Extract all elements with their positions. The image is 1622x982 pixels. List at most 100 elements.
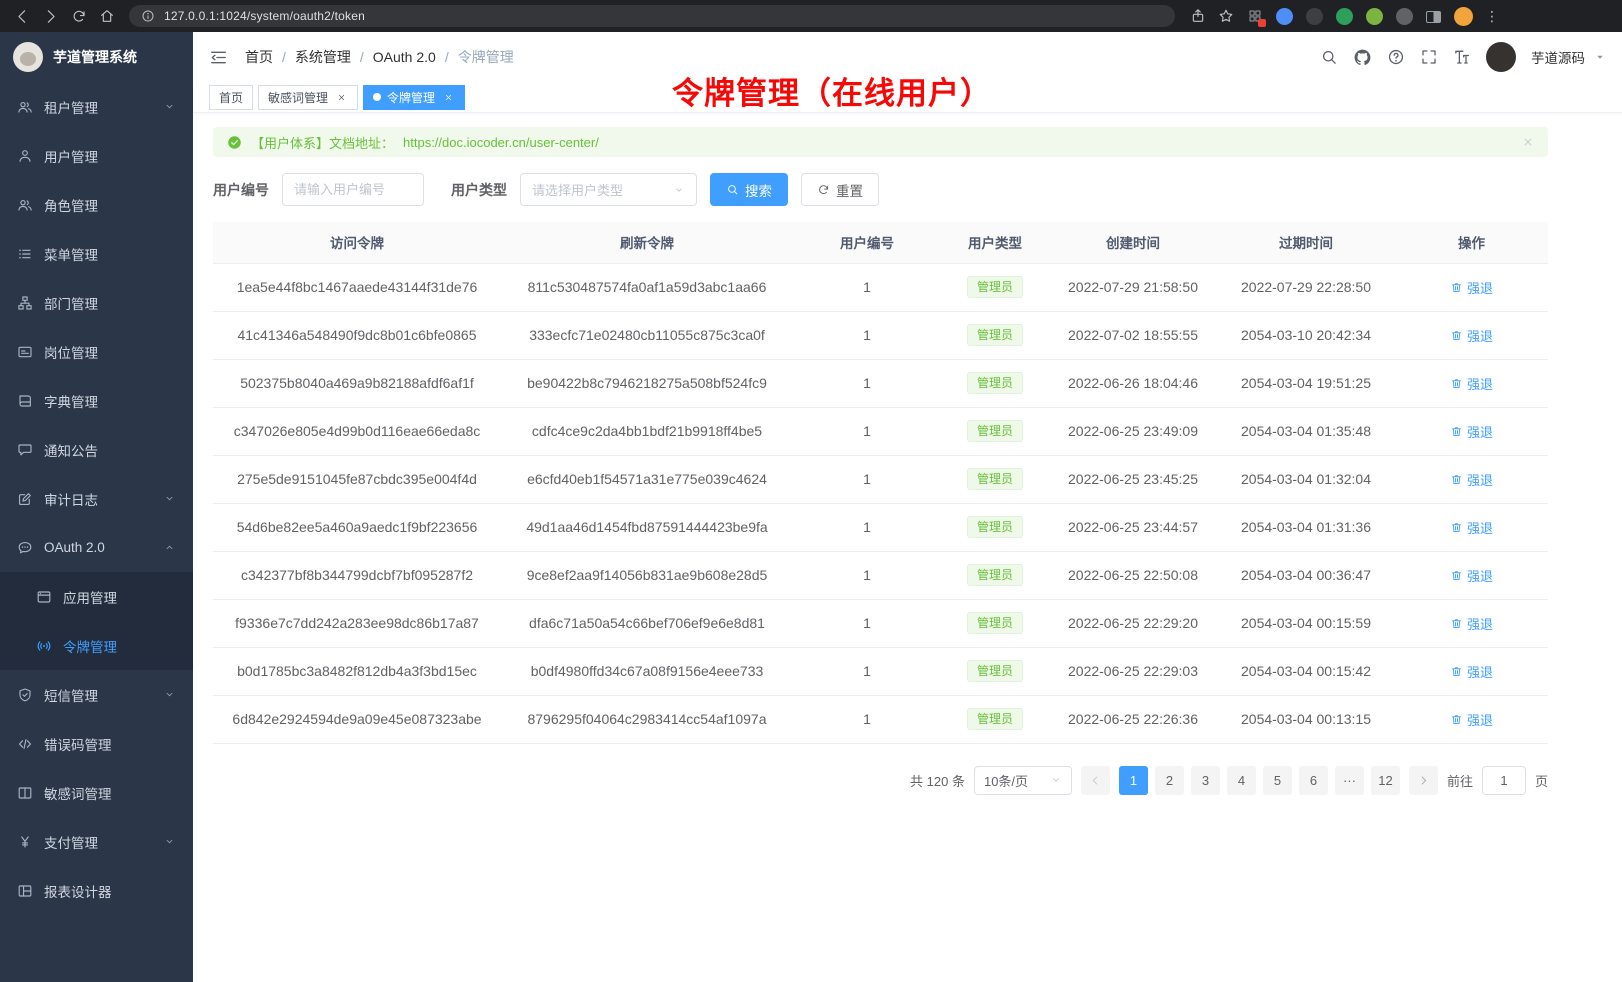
breadcrumb-item[interactable]: 首页: [245, 47, 273, 67]
expire-time-cell: 2054-03-04 01:35:48: [1217, 407, 1395, 455]
url-text: 127.0.0.1:1024/system/oauth2/token: [164, 9, 365, 23]
created-time-cell: 2022-06-25 23:45:25: [1049, 455, 1217, 503]
select-chevron-icon: [673, 184, 685, 196]
tab-token[interactable]: 令牌管理: [363, 85, 465, 110]
sidebar-item-error-code[interactable]: 错误码管理: [0, 719, 193, 768]
sidebar-item-sms[interactable]: 短信管理: [0, 670, 193, 719]
sidebar-item-role[interactable]: 角色管理: [0, 180, 193, 229]
share-icon[interactable]: [1185, 4, 1210, 29]
force-logout-button[interactable]: 强退: [1450, 374, 1493, 393]
sidebar-item-menu[interactable]: 菜单管理: [0, 229, 193, 278]
sidebar-item-audit-log[interactable]: 审计日志: [0, 474, 193, 523]
goto-page-input[interactable]: [1482, 766, 1526, 795]
reset-button[interactable]: 重置: [801, 173, 879, 206]
force-logout-button[interactable]: 强退: [1450, 470, 1493, 489]
sidebar-toggle-icon[interactable]: [209, 48, 228, 67]
extension-blue-icon[interactable]: [1276, 8, 1293, 25]
table-row: c342377bf8b344799dcbf7bf095287f29ce8ef2a…: [213, 551, 1548, 599]
sidebar-item-report-designer[interactable]: 报表设计器: [0, 866, 193, 915]
sidebar-item-sensitive-word[interactable]: 敏感词管理: [0, 768, 193, 817]
extension-green-icon[interactable]: [1336, 8, 1353, 25]
page-button-6[interactable]: 6: [1299, 766, 1328, 795]
access-token-cell: 41c41346a548490f9dc8b01c6bfe0865: [213, 311, 501, 359]
user-type-select[interactable]: 请选择用户类型: [520, 173, 697, 206]
user-type-tag: 管理员: [967, 612, 1023, 634]
page-button-12[interactable]: 12: [1371, 766, 1400, 795]
user-avatar[interactable]: [1486, 42, 1516, 72]
sidebar-item-post[interactable]: 岗位管理: [0, 327, 193, 376]
delete-icon: [1450, 377, 1463, 390]
browser-back-icon[interactable]: [10, 4, 35, 29]
access-token-cell: 275e5de9151045fe87cbdc395e004f4d: [213, 455, 501, 503]
force-logout-button[interactable]: 强退: [1450, 710, 1493, 729]
pinned-extension-icon[interactable]: [1246, 8, 1263, 25]
table-row: 502375b8040a469a9b82188afdf6af1fbe90422b…: [213, 359, 1548, 407]
github-icon[interactable]: [1353, 48, 1372, 67]
alert-close-icon[interactable]: [1522, 136, 1534, 148]
user-id-input[interactable]: [282, 173, 424, 206]
extension-dark-icon[interactable]: [1306, 8, 1323, 25]
created-time-cell: 2022-06-25 22:26:36: [1049, 695, 1217, 743]
force-logout-button[interactable]: 强退: [1450, 662, 1493, 681]
page-button-4[interactable]: 4: [1227, 766, 1256, 795]
prev-page-button[interactable]: [1081, 766, 1110, 795]
sidebar-logo-row[interactable]: 芋道管理系统: [0, 32, 193, 82]
extension-puzzle-icon[interactable]: [1366, 8, 1383, 25]
sidebar-item-app[interactable]: 应用管理: [0, 572, 193, 621]
page-button-3[interactable]: 3: [1191, 766, 1220, 795]
table-row: 275e5de9151045fe87cbdc395e004f4de6cfd40e…: [213, 455, 1548, 503]
breadcrumb-item[interactable]: OAuth 2.0: [373, 49, 436, 65]
extension-gray-icon[interactable]: [1396, 8, 1413, 25]
action-cell: 强退: [1395, 311, 1548, 359]
browser-menu-icon[interactable]: ⋮: [1481, 8, 1503, 25]
search-button[interactable]: 搜索: [710, 173, 788, 206]
sidebar-item-dict[interactable]: 字典管理: [0, 376, 193, 425]
column-header: 创建时间: [1049, 222, 1217, 263]
breadcrumb-item[interactable]: 系统管理: [295, 47, 351, 67]
browser-profile-avatar[interactable]: [1454, 7, 1473, 26]
browser-refresh-icon[interactable]: [66, 4, 91, 29]
force-logout-button[interactable]: 强退: [1450, 326, 1493, 345]
page-button-5[interactable]: 5: [1263, 766, 1292, 795]
tab-close-icon[interactable]: [334, 90, 348, 104]
page-button-2[interactable]: 2: [1155, 766, 1184, 795]
tab-close-icon[interactable]: [441, 90, 455, 104]
username[interactable]: 芋道源码: [1531, 47, 1585, 67]
sidebar-item-token[interactable]: 令牌管理: [0, 621, 193, 670]
alert-doc-link[interactable]: https://doc.iocoder.cn/user-center/: [403, 135, 599, 150]
user-menu-caret-icon[interactable]: [1594, 51, 1606, 63]
browser-forward-icon[interactable]: [38, 4, 63, 29]
reading-mode-icon[interactable]: [1426, 11, 1441, 23]
sidebar-item-notice[interactable]: 通知公告: [0, 425, 193, 474]
force-logout-label: 强退: [1467, 470, 1493, 489]
font-size-icon[interactable]: [1453, 48, 1471, 66]
tab-sensitive-word[interactable]: 敏感词管理: [258, 85, 358, 110]
browser-home-icon[interactable]: [94, 4, 119, 29]
force-logout-button[interactable]: 强退: [1450, 518, 1493, 537]
sidebar-item-dept[interactable]: 部门管理: [0, 278, 193, 327]
page-size-chevron-icon: [1050, 774, 1062, 786]
force-logout-button[interactable]: 强退: [1450, 614, 1493, 633]
next-page-button[interactable]: [1409, 766, 1438, 795]
fullscreen-icon[interactable]: [1420, 48, 1438, 66]
sidebar-item-oauth2[interactable]: OAuth 2.0: [0, 523, 193, 572]
tab-home[interactable]: 首页: [209, 85, 253, 110]
bookmark-star-icon[interactable]: [1213, 4, 1238, 29]
search-icon[interactable]: [1320, 48, 1338, 66]
user-id-cell: 1: [793, 407, 941, 455]
user-id-cell: 1: [793, 503, 941, 551]
sidebar-item-pay[interactable]: 支付管理: [0, 817, 193, 866]
sidebar-item-tenant[interactable]: 租户管理: [0, 82, 193, 131]
address-bar[interactable]: 127.0.0.1:1024/system/oauth2/token: [129, 5, 1175, 27]
more-pages-button[interactable]: ···: [1335, 766, 1364, 795]
page-size-select[interactable]: 10条/页: [974, 766, 1072, 795]
browser-chrome: 127.0.0.1:1024/system/oauth2/token ⋮: [0, 0, 1622, 32]
force-logout-button[interactable]: 强退: [1450, 422, 1493, 441]
help-icon[interactable]: [1387, 48, 1405, 66]
site-info-icon[interactable]: [140, 8, 156, 24]
force-logout-button[interactable]: 强退: [1450, 278, 1493, 297]
page-button-1[interactable]: 1: [1119, 766, 1148, 795]
force-logout-button[interactable]: 强退: [1450, 566, 1493, 585]
sidebar-item-user[interactable]: 用户管理: [0, 131, 193, 180]
edit-icon: [17, 491, 33, 507]
